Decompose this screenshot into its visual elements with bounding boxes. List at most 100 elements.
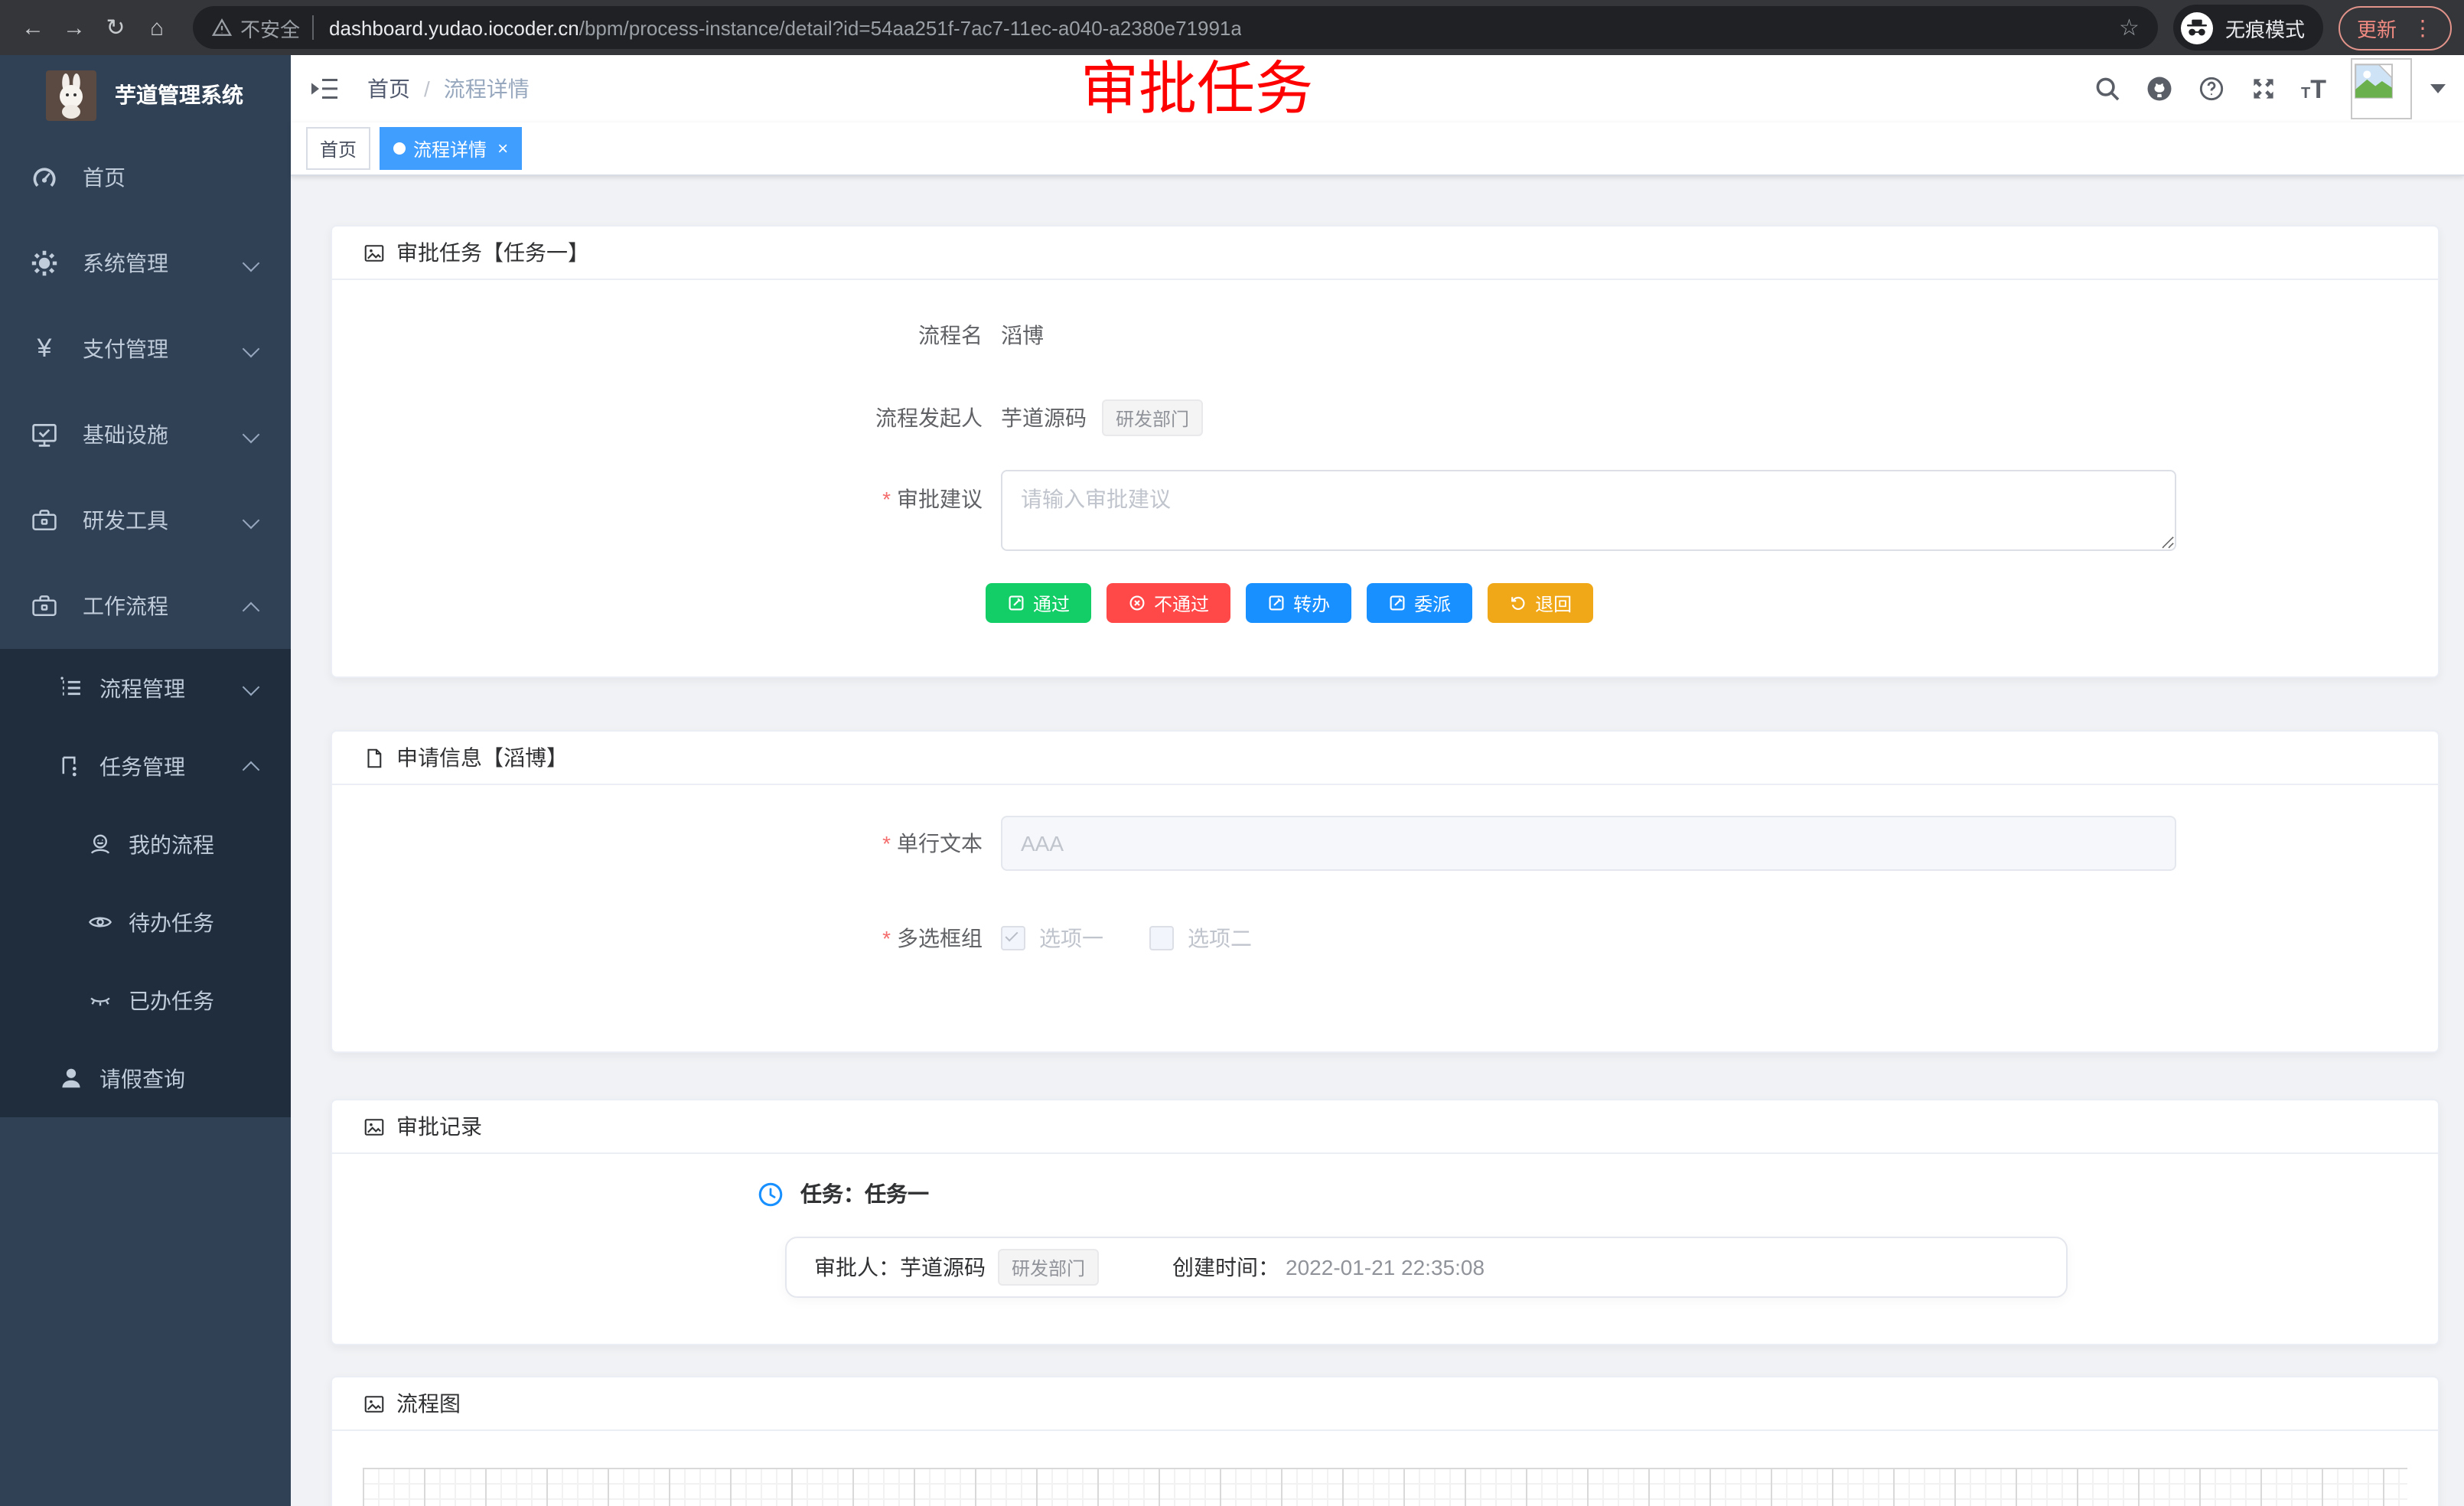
record-detail-box: 审批人： 芋道源码 研发部门 创建时间： 2022-01-21 22:35:08	[785, 1237, 2068, 1298]
incognito-label: 无痕模式	[2225, 13, 2305, 42]
sidebar-item-todo-tasks[interactable]: 待办任务	[0, 883, 291, 961]
forward-button[interactable]: →	[54, 7, 95, 48]
circle-close-icon	[1128, 594, 1146, 612]
search-icon[interactable]	[2093, 75, 2120, 103]
process-name-label: 流程名	[363, 320, 983, 350]
return-button[interactable]: 退回	[1488, 583, 1593, 623]
sidebar-item-task-mgmt[interactable]: 任务管理	[0, 727, 291, 805]
card-header: 流程图	[332, 1377, 2438, 1431]
sidebar-item-leave-query[interactable]: 请假查询	[0, 1039, 291, 1117]
avatar-caret-icon[interactable]	[2430, 84, 2446, 93]
picture-icon	[363, 1115, 386, 1138]
avatar[interactable]	[2351, 58, 2412, 119]
sidebar-item-label: 系统管理	[83, 248, 168, 279]
github-icon[interactable]	[2145, 75, 2172, 103]
sidebar-item-label: 支付管理	[83, 334, 168, 364]
not-secure-icon	[211, 17, 233, 38]
monitor-icon	[31, 421, 58, 448]
active-tab-dot	[393, 142, 406, 155]
dashboard-icon	[31, 164, 58, 191]
briefcase-icon	[31, 592, 58, 620]
created-time-label: 创建时间：	[1172, 1252, 1279, 1283]
sidebar-item-label: 已办任务	[129, 985, 214, 1015]
checkbox-group-label: *多选框组	[363, 923, 983, 953]
picture-icon	[363, 241, 386, 264]
browser-chrome: ← → ↻ ⌂ 不安全 dashboard.yudao.iocoder.cn /…	[0, 0, 2464, 55]
app-title: 芋道管理系统	[115, 80, 243, 110]
delegate-button[interactable]: 委派	[1367, 583, 1472, 623]
browser-menu-icon[interactable]: ⋮	[2412, 15, 2433, 41]
help-icon[interactable]	[2197, 75, 2224, 103]
card-title: 审批记录	[396, 1111, 482, 1142]
initiator-row: 流程发起人 芋道源码 研发部门	[363, 387, 2407, 448]
tab-label: 流程详情	[413, 135, 487, 161]
reject-button[interactable]: 不通过	[1107, 583, 1230, 623]
page-content: 审批任务【任务一】 流程名 滔博 流程发起人 芋道源码 研发部门	[291, 176, 2464, 1506]
suggestion-row: *审批建议	[363, 470, 2407, 551]
required-asterisk: *	[882, 926, 891, 950]
dept-tag: 研发部门	[1102, 399, 1203, 436]
sidebar-item-label: 工作流程	[83, 591, 168, 621]
sidebar-item-home[interactable]: 首页	[0, 135, 291, 220]
sidebar-item-payment[interactable]: ¥ 支付管理	[0, 306, 291, 392]
tab-home[interactable]: 首页	[306, 127, 370, 170]
reload-button[interactable]: ↻	[95, 7, 136, 48]
suggestion-label: *审批建议	[363, 470, 983, 514]
font-size-icon[interactable]: TT	[2301, 76, 2326, 102]
sidebar-item-process-mgmt[interactable]: 流程管理	[0, 649, 291, 727]
update-label[interactable]: 更新	[2357, 13, 2397, 42]
document-icon	[363, 746, 386, 769]
edit-icon	[1267, 594, 1286, 612]
list-icon	[58, 675, 84, 701]
address-bar[interactable]: 不安全 dashboard.yudao.iocoder.cn /bpm/proc…	[193, 6, 2158, 49]
card-body	[332, 1431, 2438, 1506]
chevron-up-icon	[243, 761, 260, 779]
sidebar-item-label: 待办任务	[129, 907, 214, 937]
sidebar-item-system[interactable]: 系统管理	[0, 220, 291, 306]
tab-process-detail[interactable]: 流程详情 ×	[380, 127, 522, 170]
sidebar: 芋道管理系统 首页 系统管理 ¥ 支付管理 基础设施 研发工具 工作	[0, 55, 291, 1506]
gear-icon	[31, 249, 58, 277]
url-divider	[312, 15, 314, 40]
process-name-value: 滔博	[1001, 320, 1044, 350]
approver-value: 芋道源码	[900, 1252, 986, 1283]
app-header: 首页 / 流程详情 审批任务 TT	[291, 55, 2464, 122]
sidebar-item-devtools[interactable]: 研发工具	[0, 478, 291, 563]
eye-open-icon	[87, 909, 113, 935]
checkbox-option-1: 选项一	[1001, 923, 1103, 953]
fullscreen-icon[interactable]	[2249, 75, 2277, 103]
chevron-down-icon	[243, 512, 260, 530]
breadcrumb-separator: /	[424, 77, 430, 101]
browser-update-button[interactable]: 更新 ⋮	[2339, 5, 2452, 50]
edit-icon	[1388, 594, 1406, 612]
approve-button[interactable]: 通过	[986, 583, 1091, 623]
chevron-up-icon	[243, 602, 260, 620]
home-button[interactable]: ⌂	[136, 7, 178, 48]
checkbox-option-2: 选项二	[1149, 923, 1252, 953]
suggestion-textarea[interactable]	[1001, 470, 2176, 551]
approve-record-card: 审批记录 任务：任务一 审批人： 芋道源码 研发部门 创建时间： 2022-01…	[331, 1099, 2440, 1345]
security-label: 不安全	[240, 13, 300, 42]
bookmark-star-icon[interactable]: ☆	[2107, 14, 2140, 41]
url-path: /bpm/process-instance/detail?id=54aa251f…	[579, 16, 1242, 39]
sidebar-item-workflow[interactable]: 工作流程	[0, 563, 291, 649]
sidebar-item-my-process[interactable]: 我的流程	[0, 805, 291, 883]
sidebar-item-done-tasks[interactable]: 已办任务	[0, 961, 291, 1039]
logo-image	[46, 70, 96, 120]
close-icon[interactable]: ×	[497, 139, 508, 158]
chevron-down-icon	[243, 255, 260, 272]
sidebar-item-infra[interactable]: 基础设施	[0, 392, 291, 478]
eye-closed-icon	[87, 987, 113, 1013]
chevron-down-icon	[243, 341, 260, 358]
bpmn-diagram-canvas[interactable]	[363, 1468, 2407, 1506]
edit-icon	[1007, 594, 1025, 612]
picture-icon	[363, 1392, 386, 1415]
sidebar-fold-icon[interactable]	[309, 73, 340, 104]
process-diagram-card: 流程图	[331, 1376, 2440, 1506]
breadcrumb: 首页 / 流程详情	[367, 73, 530, 104]
breadcrumb-home[interactable]: 首页	[367, 73, 410, 104]
back-button[interactable]: ←	[12, 7, 54, 48]
card-body: 流程名 滔博 流程发起人 芋道源码 研发部门 *审批建议	[332, 280, 2438, 676]
transfer-button[interactable]: 转办	[1246, 583, 1351, 623]
approve-task-card: 审批任务【任务一】 流程名 滔博 流程发起人 芋道源码 研发部门	[331, 225, 2440, 678]
